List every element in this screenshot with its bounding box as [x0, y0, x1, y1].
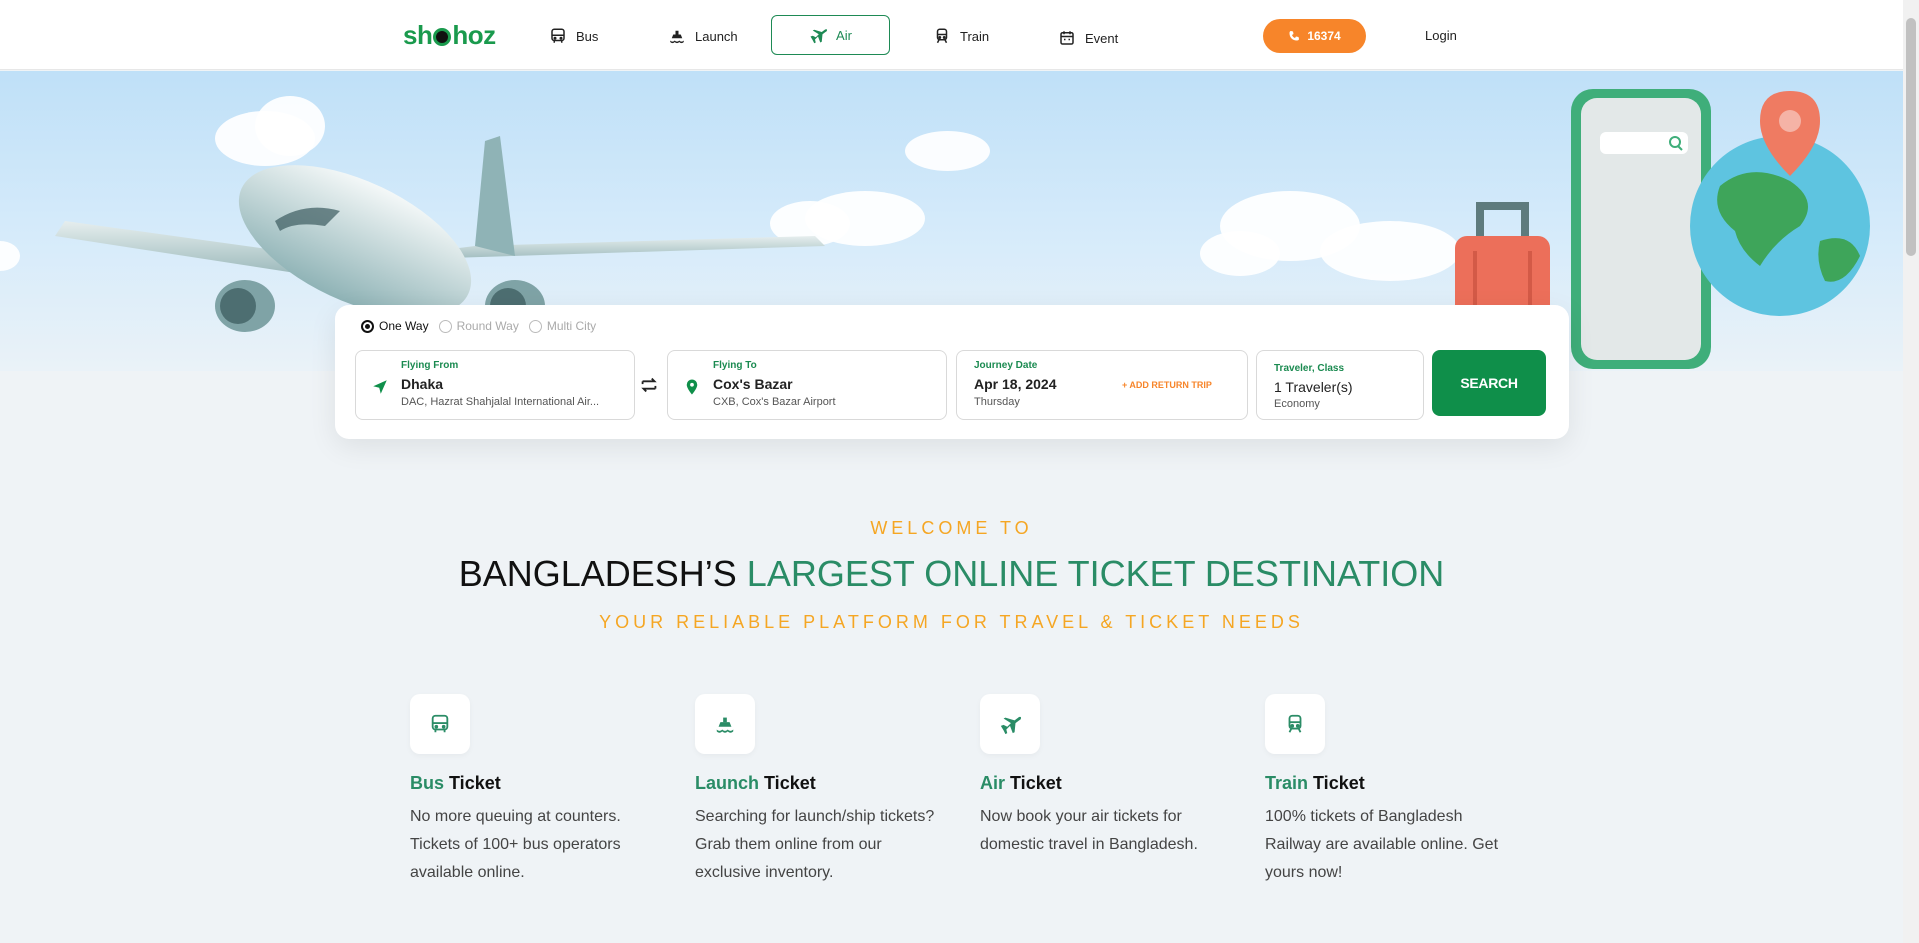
navigation-arrow-icon — [373, 380, 387, 394]
journey-date-value: Apr 18, 2024 — [974, 376, 1057, 392]
trip-multi-city[interactable]: Multi City — [528, 319, 596, 333]
nav-air[interactable]: Air — [771, 15, 890, 55]
page-scrollbar[interactable] — [1903, 0, 1919, 943]
hotline-button[interactable]: 16374 — [1263, 19, 1366, 53]
to-city: Cox's Bazar — [713, 376, 793, 392]
scrollbar-thumb[interactable] — [1906, 18, 1916, 256]
plane-icon — [1000, 716, 1021, 735]
bus-icon — [431, 714, 449, 733]
nav-event[interactable]: Event — [1044, 20, 1132, 56]
train-icon — [1288, 714, 1302, 733]
login-link[interactable]: Login — [1425, 28, 1457, 43]
service-launch[interactable]: Launch Ticket Searching for launch/ship … — [695, 694, 945, 887]
nav-bus-label: Bus — [576, 28, 599, 44]
nav-train[interactable]: Train — [919, 18, 1003, 54]
traveler-count: 1 Traveler(s) — [1274, 379, 1353, 395]
from-airport: DAC, Hazrat Shahjalal International Air.… — [401, 396, 600, 408]
launch-icon — [670, 30, 684, 44]
launch-icon — [716, 717, 734, 733]
welcome-tagline: YOUR RELIABLE PLATFORM FOR TRAVEL & TICK… — [599, 612, 1304, 632]
nav-launch-label: Launch — [695, 28, 738, 44]
nav-train-label: Train — [960, 28, 990, 44]
from-city: Dhaka — [401, 376, 444, 392]
welcome-kicker: WELCOME TO — [870, 518, 1033, 538]
nav-air-label: Air — [836, 27, 852, 43]
flight-search-card: One Way Round Way Multi City Flying From… — [335, 305, 1569, 439]
traveler-class-field[interactable]: Traveler, Class 1 Traveler(s) Economy — [1256, 350, 1424, 420]
service-bus[interactable]: Bus Ticket No more queuing at counters. … — [410, 694, 660, 887]
service-train[interactable]: Train Ticket 100% tickets of Bangladesh … — [1265, 694, 1515, 887]
nav-event-label: Event — [1085, 30, 1119, 46]
trip-type-group: One Way Round Way Multi City — [361, 319, 596, 333]
bus-icon — [551, 28, 565, 43]
add-return-trip-link[interactable]: + ADD RETURN TRIP — [1122, 380, 1212, 390]
to-airport: CXB, Cox's Bazar Airport — [713, 396, 836, 408]
hotline-number: 16374 — [1307, 29, 1341, 43]
service-air[interactable]: Air Ticket Now book your air tickets for… — [980, 694, 1230, 859]
trip-one-way[interactable]: One Way — [361, 319, 429, 333]
flying-to-field[interactable]: Flying To Cox's Bazar CXB, Cox's Bazar A… — [667, 350, 947, 420]
nav-launch[interactable]: Launch — [654, 18, 752, 54]
welcome-headline: BANGLADESH’S LARGEST ONLINE TICKET DESTI… — [458, 553, 1445, 594]
swap-icon[interactable] — [638, 373, 660, 397]
journey-day: Thursday — [974, 396, 1020, 408]
trip-round-way[interactable]: Round Way — [438, 319, 519, 333]
top-header: sh hoz Bus Launch Air Train Event 16374 L… — [0, 0, 1903, 70]
flying-from-field[interactable]: Flying From Dhaka DAC, Hazrat Shahjalal … — [355, 350, 635, 420]
plane-icon — [810, 29, 828, 44]
nav-bus[interactable]: Bus — [535, 18, 612, 54]
train-icon — [936, 28, 948, 44]
calendar-icon — [1060, 31, 1074, 45]
travel-class: Economy — [1274, 398, 1320, 410]
journey-date-field[interactable]: Journey Date Apr 18, 2024 Thursday + ADD… — [956, 350, 1248, 420]
location-pin-icon — [686, 379, 698, 395]
phone-icon — [1289, 31, 1300, 41]
search-button[interactable]: SEARCH — [1432, 350, 1546, 416]
globe-illustration — [1690, 91, 1870, 316]
logo[interactable]: sh hoz — [403, 20, 496, 51]
